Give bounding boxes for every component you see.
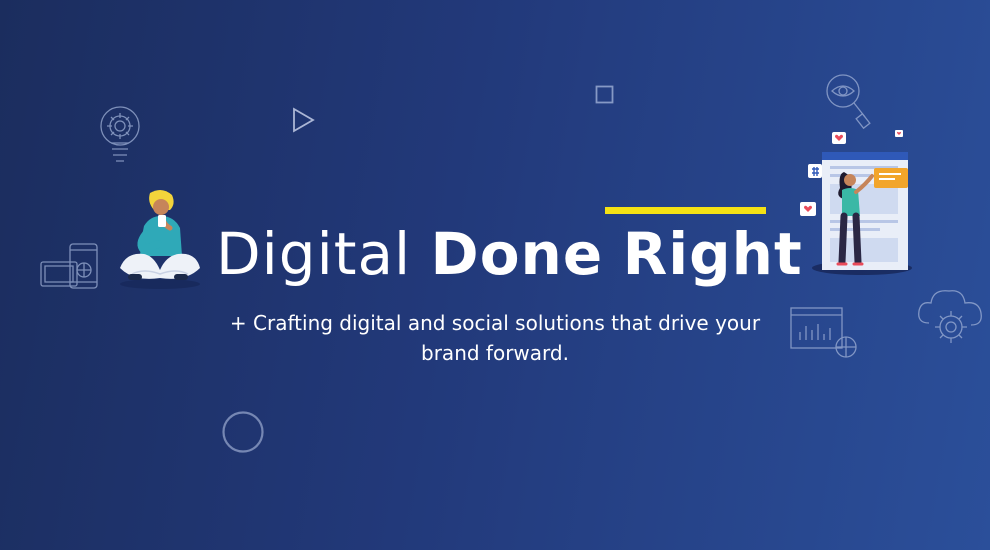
heart-bubble-icon bbox=[832, 132, 846, 144]
headline-bold-word-1: Done bbox=[430, 220, 604, 288]
circle-outline-icon bbox=[222, 411, 264, 453]
person-sitting-illustration bbox=[120, 189, 200, 289]
devices-globe-icon bbox=[40, 243, 98, 289]
hashtag-bubble-icon bbox=[808, 164, 822, 178]
subtitle: + Crafting digital and social solutions … bbox=[205, 308, 785, 368]
headline-light-word: Digital bbox=[216, 220, 412, 288]
hero-banner: Digital Done Right + Crafting digital an… bbox=[0, 0, 990, 550]
headline-bold-word-2: Right bbox=[622, 220, 803, 288]
subtitle-line-1: + Crafting digital and social solutions … bbox=[229, 311, 761, 335]
headline: Digital Done Right bbox=[216, 219, 803, 289]
cloud-gear-icon bbox=[918, 290, 982, 343]
accent-underline-bar bbox=[605, 207, 766, 214]
subtitle-line-2: brand forward. bbox=[421, 341, 569, 365]
message-bubble-icon bbox=[800, 202, 816, 216]
eye-magnifier-icon bbox=[826, 74, 871, 130]
woman-webpage-illustration bbox=[800, 130, 912, 275]
browser-chart-globe-icon bbox=[790, 307, 857, 358]
play-icon bbox=[293, 107, 315, 133]
square-outline-icon bbox=[595, 85, 614, 104]
lightbulb-gear-icon bbox=[100, 106, 140, 162]
